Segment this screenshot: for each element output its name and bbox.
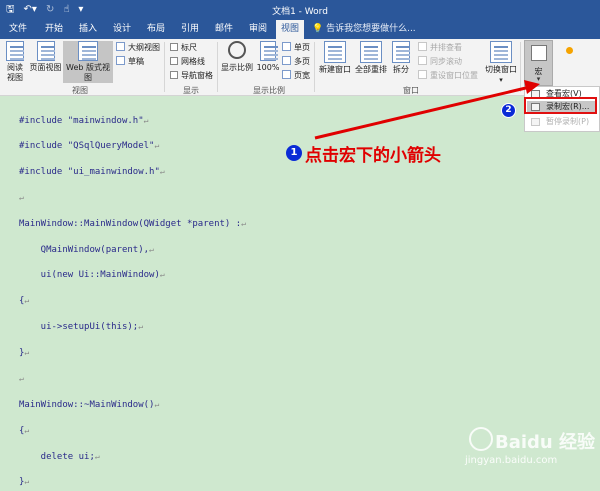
arrow-head: [524, 80, 540, 94]
annotation-arrow: [314, 80, 540, 140]
watermark-url: jingyan.baidu.com: [465, 455, 558, 466]
step-1-instruction: 点击宏下的小箭头: [305, 146, 441, 166]
watermark-brand: Baidu 经验: [495, 432, 596, 453]
baidu-paw-logo: [469, 427, 493, 451]
step-1-badge: 1: [286, 145, 302, 161]
arrow-shaft: [314, 85, 531, 140]
